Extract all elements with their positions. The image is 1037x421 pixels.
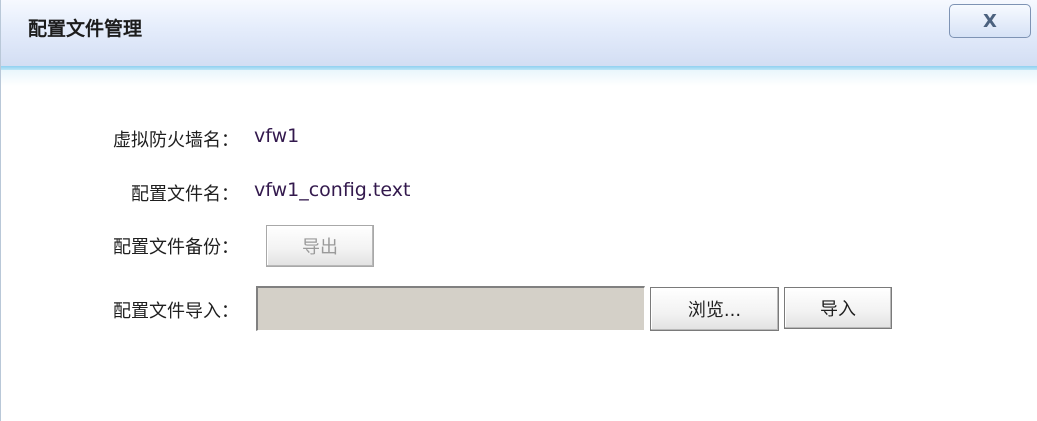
separator-shadow xyxy=(1,70,1037,86)
vfw-name-label: 虚拟防火墙名： xyxy=(113,130,239,151)
config-backup-label: 配置文件备份： xyxy=(113,237,239,258)
vfw-name-value: vfw1 xyxy=(254,125,300,147)
import-file-input[interactable] xyxy=(256,286,645,331)
title-bar: 配置文件管理 X xyxy=(1,0,1037,66)
config-import-label: 配置文件导入： xyxy=(113,301,239,322)
config-file-dialog: 配置文件管理 X 虚拟防火墙名： vfw1 配置文件名： vfw1_config… xyxy=(0,0,1037,421)
browse-button[interactable]: 浏览... xyxy=(650,287,779,331)
export-button[interactable]: 导出 xyxy=(266,225,374,267)
import-button[interactable]: 导入 xyxy=(784,287,892,329)
dialog-title: 配置文件管理 xyxy=(28,18,143,40)
close-icon: X xyxy=(983,10,997,32)
config-file-name-label: 配置文件名： xyxy=(131,184,239,205)
config-file-name-value: vfw1_config.text xyxy=(254,179,411,201)
close-button[interactable]: X xyxy=(949,4,1031,38)
